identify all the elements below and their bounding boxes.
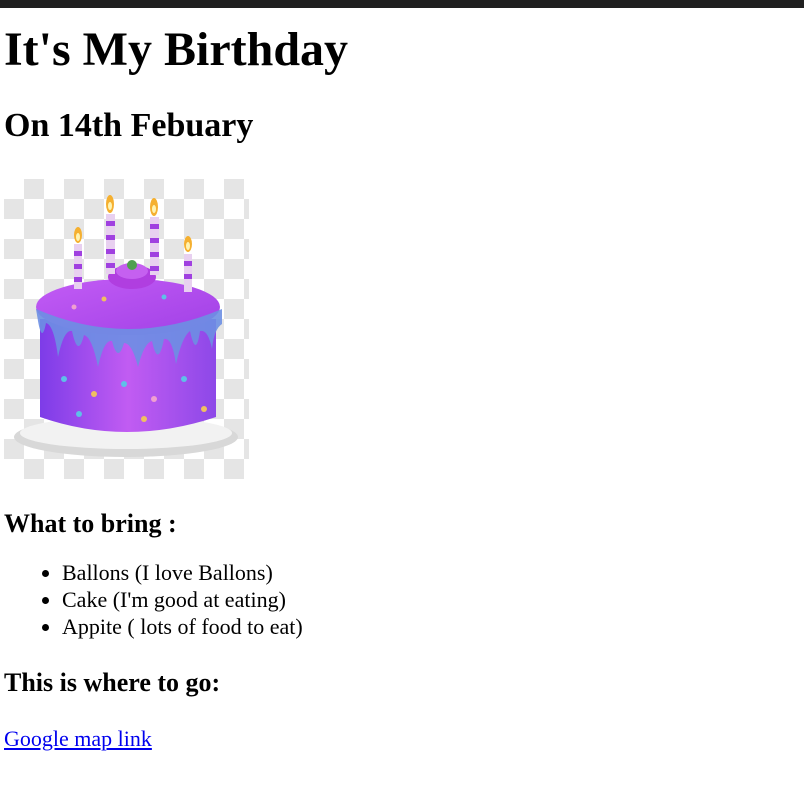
top-bar [0, 0, 804, 8]
birthday-cake-icon [14, 195, 238, 457]
list-item: Appite ( lots of food to eat) [62, 613, 800, 640]
google-map-link[interactable]: Google map link [4, 726, 152, 752]
cake-image [4, 179, 249, 479]
bring-list: Ballons (I love Ballons) Cake (I'm good … [4, 559, 800, 640]
location-heading: This is where to go: [4, 668, 221, 697]
list-item: Ballons (I love Ballons) [62, 559, 800, 586]
page-subtitle: On 14th Febuary [4, 107, 254, 144]
list-item: Cake (I'm good at eating) [62, 586, 800, 613]
bring-heading: What to bring : [4, 509, 177, 538]
page-content: It's My Birthday On 14th Febuary What to… [0, 23, 804, 752]
page-title: It's My Birthday [4, 23, 349, 76]
